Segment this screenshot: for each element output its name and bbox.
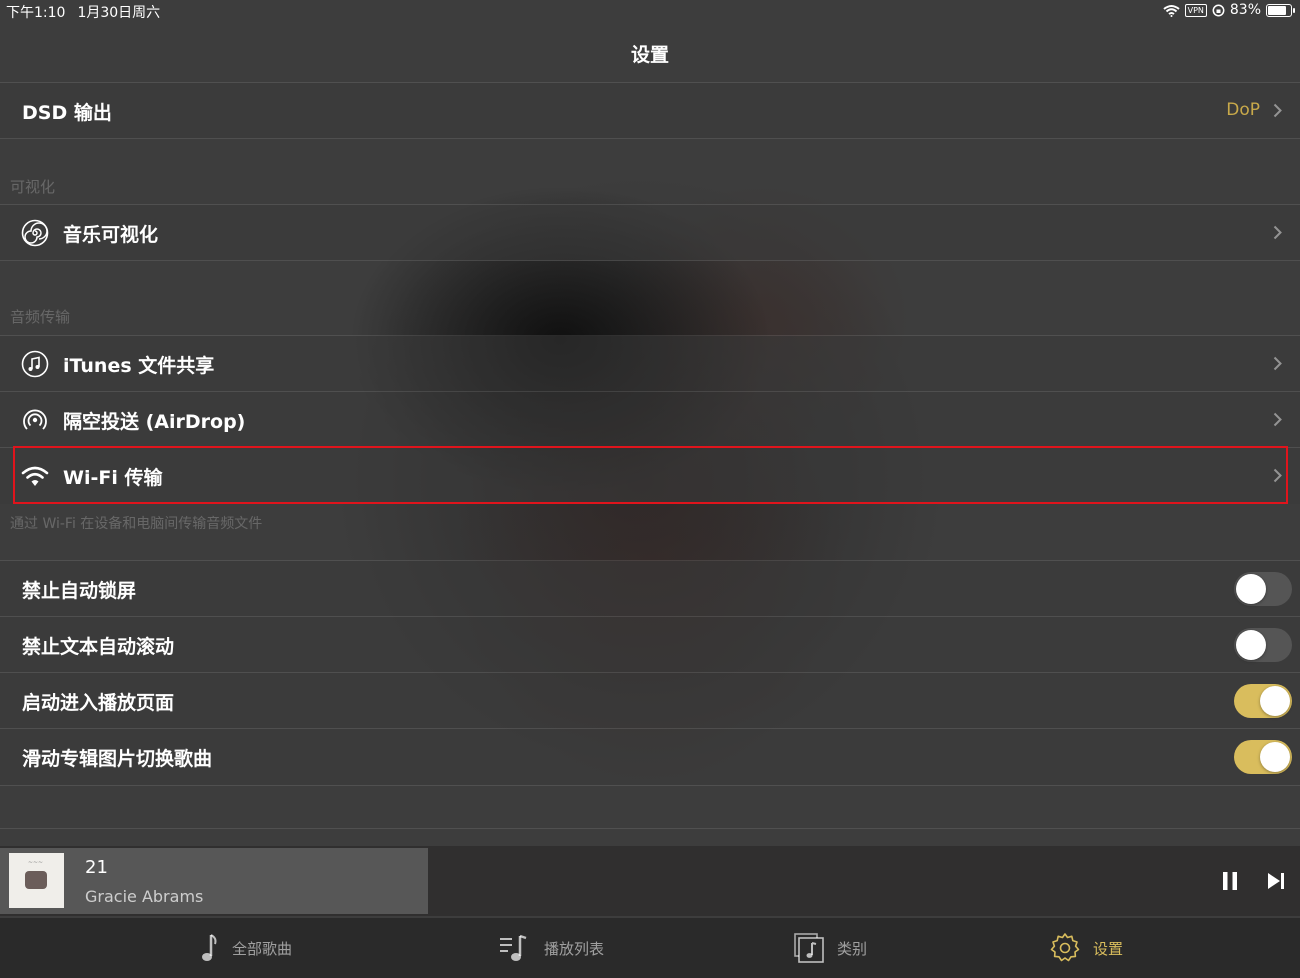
dsd-output-label: DSD 输出: [22, 101, 112, 124]
highlight-box: [13, 446, 1288, 504]
divider: [0, 260, 1300, 261]
no-autolock-row: 禁止自动锁屏: [0, 561, 1300, 617]
section-header-visualization: 可视化: [10, 178, 56, 196]
tab-all-songs-label: 全部歌曲: [232, 939, 293, 958]
airdrop-label: 隔空投送 (AirDrop): [63, 410, 246, 433]
playlist-icon: [500, 934, 527, 961]
no-autoscroll-label: 禁止文本自动滚动: [22, 635, 175, 658]
tab-categories[interactable]: 类别: [793, 930, 867, 966]
battery-percent: 83%: [1229, 2, 1261, 18]
tab-settings[interactable]: 设置: [1049, 930, 1123, 966]
next-track-icon[interactable]: [1266, 871, 1286, 891]
airdrop-icon: [21, 406, 49, 434]
pause-icon[interactable]: [1222, 871, 1238, 891]
swipe-art-label: 滑动专辑图片切换歌曲: [22, 747, 213, 770]
orientation-lock-icon: [1212, 4, 1225, 16]
chevron-right-icon: [1273, 356, 1282, 371]
dsd-output-row[interactable]: DSD 输出 DoP: [0, 83, 1300, 139]
itunes-file-sharing-label: iTunes 文件共享: [63, 354, 215, 377]
page-title: 设置: [630, 44, 669, 66]
visualizer-icon: [21, 219, 49, 247]
no-autolock-label: 禁止自动锁屏: [22, 579, 137, 602]
status-bar-left: 下午1:10 1月30日周六: [6, 2, 160, 22]
no-autoscroll-toggle[interactable]: [1234, 628, 1292, 662]
status-date: 1月30日周六: [77, 5, 161, 21]
swipe-art-toggle[interactable]: [1234, 740, 1292, 774]
dsd-output-value: DoP: [1226, 100, 1260, 120]
status-bar-right: VPN 83%: [1162, 2, 1295, 18]
music-visualization-row[interactable]: 音乐可视化: [0, 205, 1300, 261]
category-icon: [794, 933, 824, 963]
no-autoscroll-row: 禁止文本自动滚动: [0, 617, 1300, 673]
music-note-circle-icon: [21, 350, 49, 378]
status-time: 下午1:10: [6, 5, 66, 21]
tab-all-songs[interactable]: 全部歌曲: [200, 930, 292, 966]
airdrop-row[interactable]: 隔空投送 (AirDrop): [0, 392, 1300, 448]
chevron-right-icon: [1273, 225, 1282, 240]
music-visualization-label: 音乐可视化: [63, 223, 159, 246]
transfer-footer-note: 通过 Wi-Fi 在设备和电脑间传输音频文件: [10, 516, 263, 532]
album-art[interactable]: ~~~: [9, 853, 64, 908]
launch-player-label: 启动进入播放页面: [22, 691, 175, 714]
vpn-badge: VPN: [1184, 3, 1207, 17]
tab-playlists[interactable]: 播放列表: [498, 930, 604, 966]
song-title: 21: [85, 857, 108, 878]
mini-player-info[interactable]: [0, 848, 428, 914]
divider: [0, 785, 1300, 786]
divider: [0, 828, 1300, 829]
no-autolock-toggle[interactable]: [1234, 572, 1292, 606]
section-header-transfer: 音频传输: [10, 308, 71, 326]
itunes-file-sharing-row[interactable]: iTunes 文件共享: [0, 336, 1300, 392]
music-note-icon: [202, 934, 217, 961]
tab-settings-label: 设置: [1093, 939, 1124, 958]
launch-player-row: 启动进入播放页面: [0, 673, 1300, 729]
wifi-status-icon: [1162, 4, 1180, 17]
tab-playlists-label: 播放列表: [544, 939, 605, 958]
divider: [0, 138, 1300, 139]
song-artist: Gracie Abrams: [85, 887, 204, 906]
launch-player-toggle[interactable]: [1234, 684, 1292, 718]
chevron-right-icon: [1273, 103, 1282, 118]
swipe-art-row: 滑动专辑图片切换歌曲: [0, 729, 1300, 785]
battery-icon: [1266, 3, 1295, 17]
chevron-right-icon: [1273, 412, 1282, 427]
gear-icon: [1050, 933, 1080, 962]
tab-categories-label: 类别: [837, 939, 868, 958]
